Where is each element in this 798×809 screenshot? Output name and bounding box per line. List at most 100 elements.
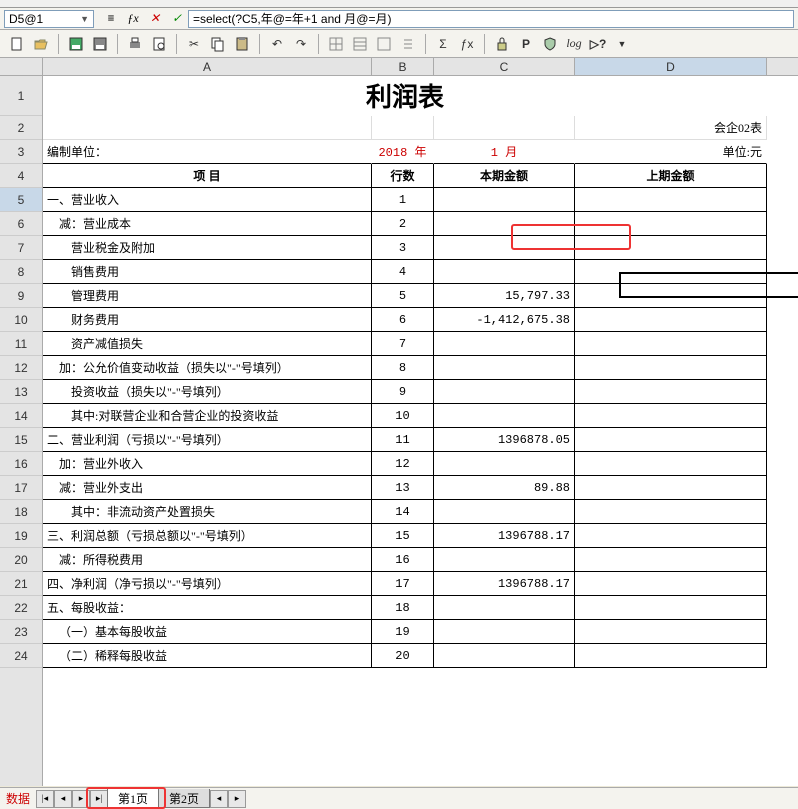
- row-header[interactable]: 18: [0, 500, 42, 524]
- current-cell[interactable]: [434, 452, 575, 476]
- current-cell[interactable]: 15,797.33: [434, 284, 575, 308]
- line-cell[interactable]: 10: [372, 404, 434, 428]
- help-icon[interactable]: ▷?: [587, 33, 609, 55]
- formula2-icon[interactable]: ƒx: [456, 33, 478, 55]
- report-title[interactable]: 利润表: [43, 76, 767, 116]
- row-header[interactable]: 14: [0, 404, 42, 428]
- row-header[interactable]: 24: [0, 644, 42, 668]
- ungroup-icon[interactable]: [397, 33, 419, 55]
- current-cell[interactable]: 1396788.17: [434, 572, 575, 596]
- row-header[interactable]: 17: [0, 476, 42, 500]
- print-preview-icon[interactable]: [148, 33, 170, 55]
- line-cell[interactable]: 11: [372, 428, 434, 452]
- current-cell[interactable]: [434, 380, 575, 404]
- line-cell[interactable]: 16: [372, 548, 434, 572]
- row-header[interactable]: 6: [0, 212, 42, 236]
- copy-icon[interactable]: [207, 33, 229, 55]
- row-header[interactable]: 1: [0, 76, 42, 116]
- item-cell[interactable]: 四、净利润（净亏损以"-"号填列）: [43, 572, 372, 596]
- item-cell[interactable]: （一）基本每股收益: [43, 620, 372, 644]
- current-cell[interactable]: [434, 404, 575, 428]
- line-cell[interactable]: 3: [372, 236, 434, 260]
- grid3-icon[interactable]: [373, 33, 395, 55]
- cell-reference-box[interactable]: D5@1 ▼: [4, 10, 94, 28]
- prior-cell[interactable]: [575, 548, 767, 572]
- item-cell[interactable]: 其中:对联营企业和合营企业的投资收益: [43, 404, 372, 428]
- current-cell[interactable]: [434, 620, 575, 644]
- new-icon[interactable]: [6, 33, 28, 55]
- unit-label[interactable]: 编制单位：: [43, 140, 372, 164]
- current-cell[interactable]: [434, 500, 575, 524]
- prior-cell[interactable]: [575, 188, 767, 212]
- item-cell[interactable]: 三、利润总额（亏损总额以"-"号填列）: [43, 524, 372, 548]
- prior-cell[interactable]: [575, 380, 767, 404]
- lock-icon[interactable]: [491, 33, 513, 55]
- row-header[interactable]: 7: [0, 236, 42, 260]
- line-cell[interactable]: 15: [372, 524, 434, 548]
- current-cell[interactable]: [434, 212, 575, 236]
- row-header[interactable]: 9: [0, 284, 42, 308]
- shield-icon[interactable]: [539, 33, 561, 55]
- prior-cell[interactable]: [575, 644, 767, 668]
- function-icon[interactable]: ƒx: [124, 10, 142, 28]
- prior-cell[interactable]: [575, 620, 767, 644]
- current-cell[interactable]: [434, 332, 575, 356]
- col-header-c[interactable]: C: [434, 58, 575, 75]
- cut-icon[interactable]: ✂: [183, 33, 205, 55]
- form-code[interactable]: 会企02表: [575, 116, 767, 140]
- row-header[interactable]: 13: [0, 380, 42, 404]
- prior-cell[interactable]: [575, 260, 767, 284]
- prior-cell[interactable]: [575, 500, 767, 524]
- p-bold-icon[interactable]: P: [515, 33, 537, 55]
- save-icon[interactable]: [65, 33, 87, 55]
- first-page-icon[interactable]: |◂: [36, 790, 54, 808]
- header-line[interactable]: 行数: [372, 164, 434, 188]
- line-cell[interactable]: 12: [372, 452, 434, 476]
- row-header[interactable]: 20: [0, 548, 42, 572]
- prior-cell[interactable]: [575, 308, 767, 332]
- row-header[interactable]: 2: [0, 116, 42, 140]
- log-icon[interactable]: log: [563, 33, 585, 55]
- item-cell[interactable]: 减：营业外支出: [43, 476, 372, 500]
- line-cell[interactable]: 20: [372, 644, 434, 668]
- prior-cell[interactable]: [575, 332, 767, 356]
- item-cell[interactable]: 营业税金及附加: [43, 236, 372, 260]
- cell[interactable]: [434, 116, 575, 140]
- saveas-icon[interactable]: [89, 33, 111, 55]
- current-cell[interactable]: [434, 644, 575, 668]
- line-cell[interactable]: 18: [372, 596, 434, 620]
- item-cell[interactable]: 其中：非流动资产处置损失: [43, 500, 372, 524]
- prior-cell[interactable]: [575, 284, 767, 308]
- col-header-d[interactable]: D: [575, 58, 767, 75]
- prior-cell[interactable]: [575, 236, 767, 260]
- print-icon[interactable]: [124, 33, 146, 55]
- current-cell[interactable]: [434, 236, 575, 260]
- sheet-tab-2[interactable]: 第2页: [158, 789, 210, 808]
- prior-cell[interactable]: [575, 212, 767, 236]
- cancel-icon[interactable]: ✕: [146, 10, 164, 28]
- prev-page-icon[interactable]: ◂: [54, 790, 72, 808]
- item-cell[interactable]: 减：所得税费用: [43, 548, 372, 572]
- item-cell[interactable]: 投资收益（损失以"-"号填列）: [43, 380, 372, 404]
- line-cell[interactable]: 14: [372, 500, 434, 524]
- item-cell[interactable]: 五、每股收益：: [43, 596, 372, 620]
- prior-cell[interactable]: [575, 572, 767, 596]
- sheet-tab-1[interactable]: 第1页: [107, 789, 159, 808]
- currency-unit[interactable]: 单位:元: [575, 140, 767, 164]
- line-cell[interactable]: 7: [372, 332, 434, 356]
- prior-cell[interactable]: [575, 356, 767, 380]
- row-header[interactable]: 23: [0, 620, 42, 644]
- current-cell[interactable]: [434, 356, 575, 380]
- current-cell[interactable]: [434, 260, 575, 284]
- redo-icon[interactable]: ↷: [290, 33, 312, 55]
- item-cell[interactable]: 销售费用: [43, 260, 372, 284]
- dropdown2-icon[interactable]: ▼: [611, 33, 633, 55]
- row-header[interactable]: 11: [0, 332, 42, 356]
- current-cell[interactable]: -1,412,675.38: [434, 308, 575, 332]
- formula-input[interactable]: =select(?C5,年@=年+1 and 月@=月): [188, 10, 794, 28]
- next-page-icon[interactable]: ▸: [72, 790, 90, 808]
- grid1-icon[interactable]: [325, 33, 347, 55]
- line-cell[interactable]: 6: [372, 308, 434, 332]
- current-cell[interactable]: 89.88: [434, 476, 575, 500]
- current-cell[interactable]: [434, 188, 575, 212]
